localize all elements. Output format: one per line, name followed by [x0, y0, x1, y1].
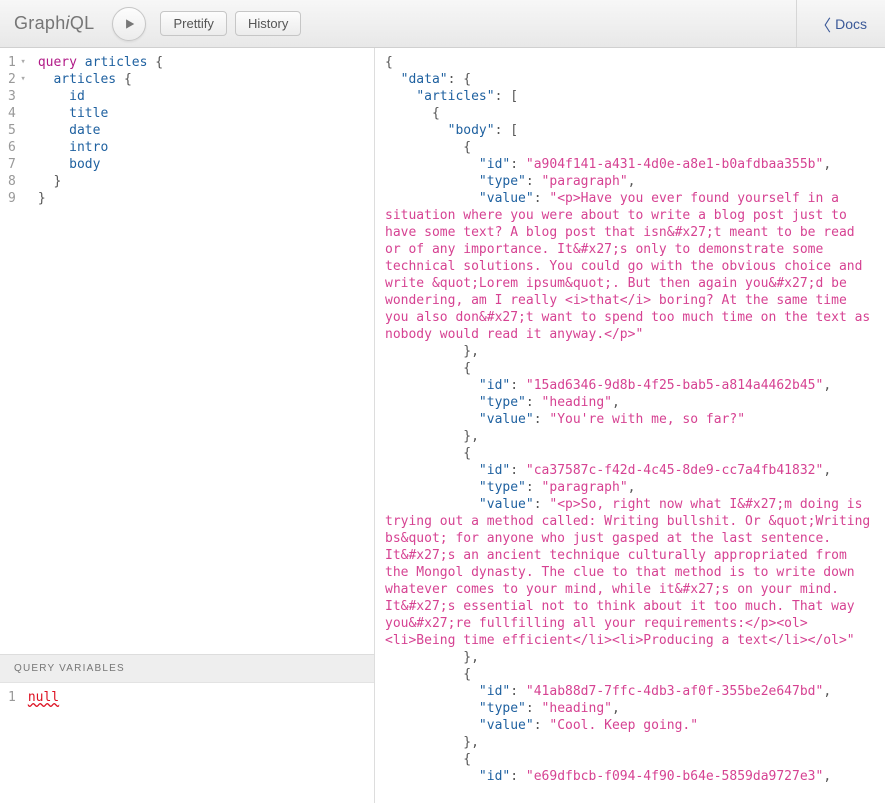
query-gutter: 1▾2▾3456789 [0, 48, 30, 654]
result-line: "body": [ [385, 122, 875, 139]
result-line: { [385, 666, 875, 683]
variables-editor[interactable]: 1 null [0, 683, 374, 803]
line-number: 1▾ [8, 54, 26, 71]
execute-button[interactable] [112, 7, 146, 41]
line-number: 6 [8, 139, 26, 156]
result-line: "id": "41ab88d7-7ffc-4db3-af0f-355be2e64… [385, 683, 875, 700]
main-panels: 1▾2▾3456789 query articles { articles { … [0, 48, 885, 803]
line-number: 7 [8, 156, 26, 173]
result-line: "value": "<p>Have you ever found yoursel… [385, 190, 875, 343]
fold-icon[interactable]: ▾ [18, 54, 26, 71]
result-line: "id": "a904f141-a431-4d0e-a8e1-b0afdbaa3… [385, 156, 875, 173]
code-line: } [38, 173, 163, 190]
result-line: "type": "heading", [385, 394, 875, 411]
history-button[interactable]: History [235, 11, 301, 36]
toolbar: GraphiQL Prettify History 〈 Docs [0, 0, 885, 48]
docs-toggle[interactable]: 〈 Docs [796, 0, 885, 47]
code-line: } [38, 190, 163, 207]
result-line: { [385, 54, 875, 71]
result-line: }, [385, 734, 875, 751]
result-line: { [385, 105, 875, 122]
result-line: "value": "You're with me, so far?" [385, 411, 875, 428]
result-line: "articles": [ [385, 88, 875, 105]
query-code[interactable]: query articles { articles { id title dat… [30, 48, 171, 654]
code-line: intro [38, 139, 163, 156]
code-line: articles { [38, 71, 163, 88]
variables-gutter: 1 [0, 683, 20, 803]
play-icon [122, 17, 136, 31]
result-line: }, [385, 649, 875, 666]
variables-header[interactable]: Query Variables [0, 654, 374, 683]
code-line: title [38, 105, 163, 122]
code-line: query articles { [38, 54, 163, 71]
result-line: "data": { [385, 71, 875, 88]
line-number: 9 [8, 190, 26, 207]
line-number: 8 [8, 173, 26, 190]
result-line: { [385, 360, 875, 377]
fold-icon[interactable]: ▾ [18, 71, 26, 88]
result-line: "type": "heading", [385, 700, 875, 717]
result-line: "id": "15ad6346-9d8b-4f25-bab5-a814a4462… [385, 377, 875, 394]
line-number: 4 [8, 105, 26, 122]
result-line: "value": "Cool. Keep going." [385, 717, 875, 734]
code-line: id [38, 88, 163, 105]
line-number: 3 [8, 88, 26, 105]
result-viewer[interactable]: { "data": { "articles": [ { "body": [ { … [375, 48, 885, 803]
result-line: "type": "paragraph", [385, 173, 875, 190]
result-line: "id": "ca37587c-f42d-4c45-8de9-cc7a4fb41… [385, 462, 875, 479]
result-line: { [385, 445, 875, 462]
result-line: { [385, 751, 875, 768]
result-pane: { "data": { "articles": [ { "body": [ { … [375, 48, 885, 803]
result-line: "value": "<p>So, right now what I&#x27;m… [385, 496, 875, 649]
logo: GraphiQL [14, 13, 94, 34]
result-line: }, [385, 343, 875, 360]
result-line: "type": "paragraph", [385, 479, 875, 496]
code-line: date [38, 122, 163, 139]
prettify-button[interactable]: Prettify [160, 11, 226, 36]
result-line: "id": "e69dfbcb-f094-4f90-b64e-5859da972… [385, 768, 875, 785]
query-editor[interactable]: 1▾2▾3456789 query articles { articles { … [0, 48, 374, 654]
result-line: }, [385, 428, 875, 445]
line-number: 2▾ [8, 71, 26, 88]
result-line: { [385, 139, 875, 156]
line-number: 5 [8, 122, 26, 139]
code-line: body [38, 156, 163, 173]
variables-code[interactable]: null [20, 683, 67, 803]
chevron-left-icon: 〈 [815, 12, 831, 36]
left-pane: 1▾2▾3456789 query articles { articles { … [0, 48, 375, 803]
